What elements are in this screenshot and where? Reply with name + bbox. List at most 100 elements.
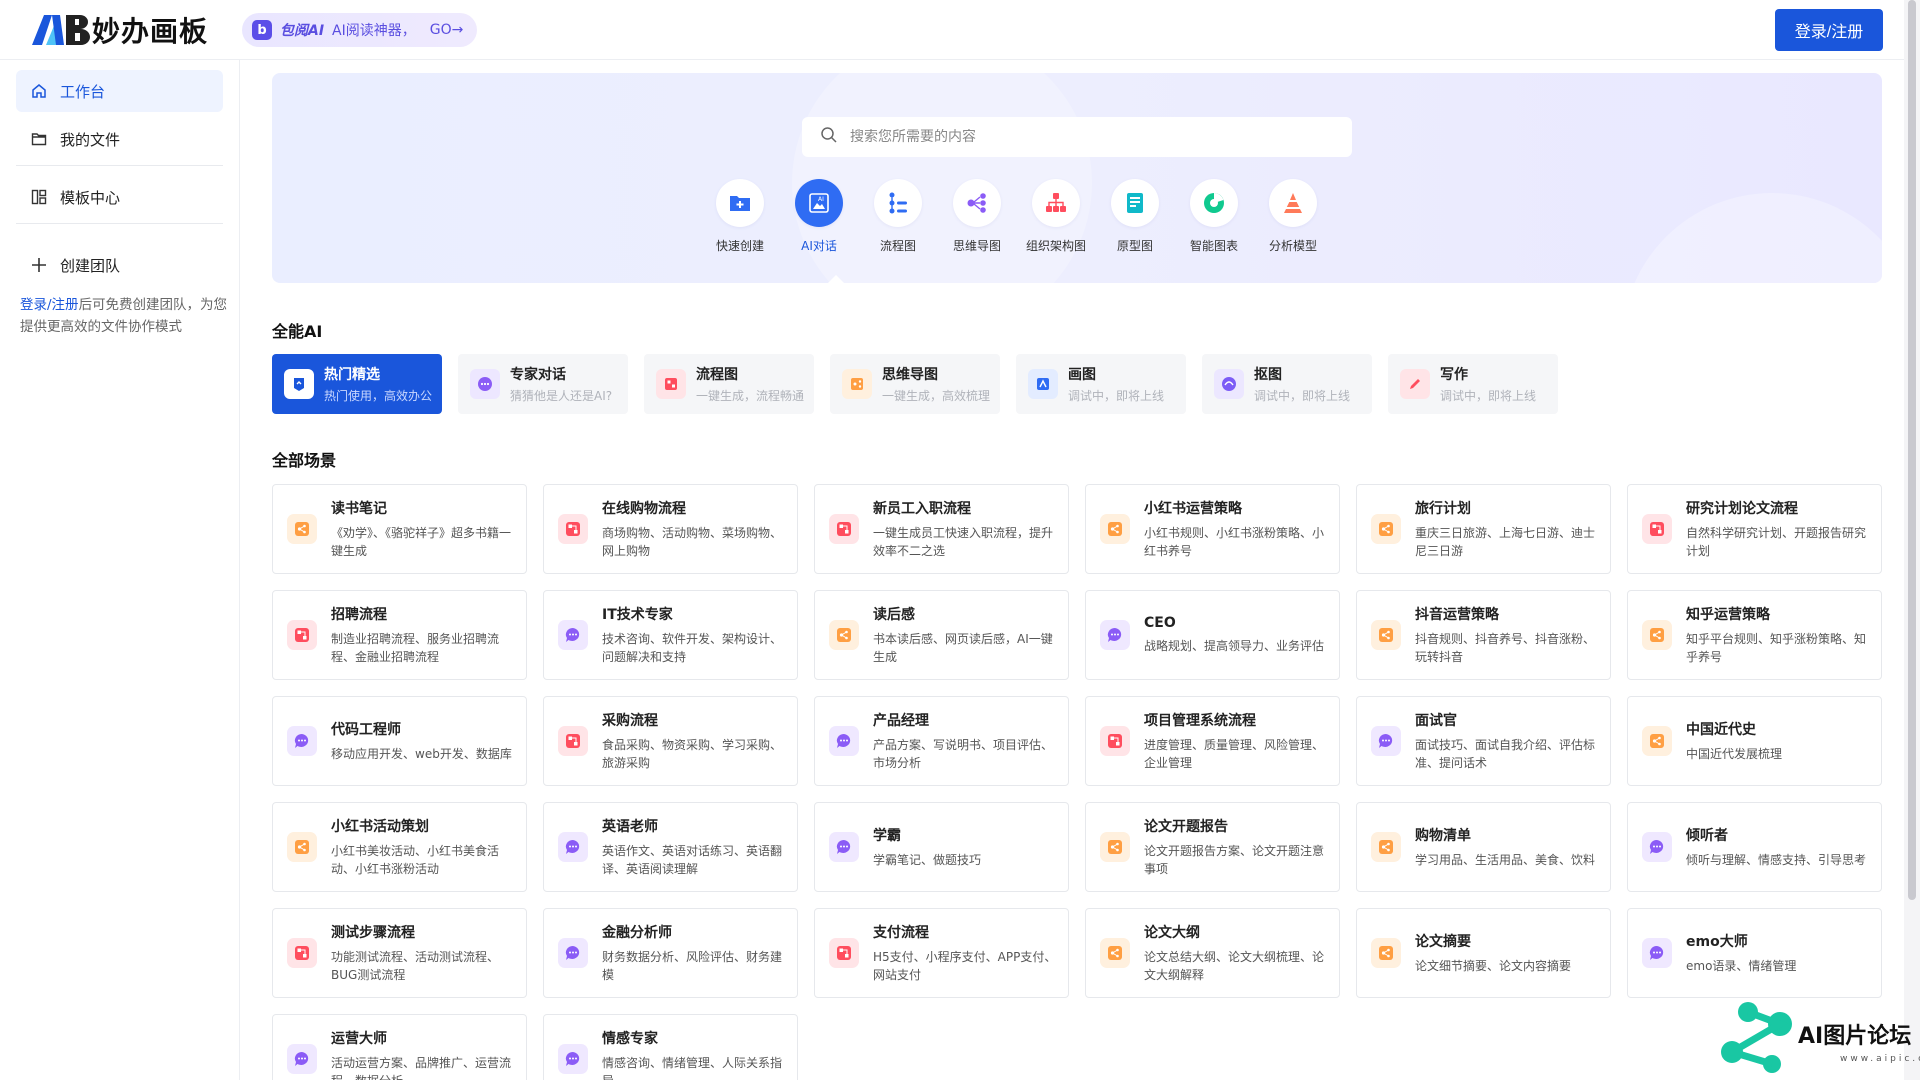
search-input[interactable] [850,129,1352,145]
scene-card[interactable]: 产品经理 产品方案、写说明书、项目评估、市场分析 [814,696,1069,786]
scene-card[interactable]: 小红书活动策划 小红书美妆活动、小红书美食活动、小红书涨粉活动 [272,802,527,892]
scene-card-desc: 面试技巧、面试自我介绍、评估标准、提问话术 [1415,738,1596,770]
chat-bubble-icon [1642,832,1672,862]
scene-card[interactable]: 运营大师活动运营方案、品牌推广、运营流程、数据分析 [272,1014,527,1080]
promo-go: GO→ [429,22,464,38]
scene-card[interactable]: 情感专家情感咨询、情绪管理、人际关系指导 [543,1014,798,1080]
scene-card[interactable]: 论文开题报告 论文开题报告方案、论文开题注意事项 [1085,802,1340,892]
scene-card-desc: 英语作文、英语对话练习、英语翻译、英语阅读理解 [602,844,783,876]
sidebar-item-my-files[interactable]: 我的文件 [16,118,223,160]
tool-prototype[interactable]: 原型图 [1095,179,1175,254]
scene-card[interactable]: 知乎运营策略 知乎平台规则、知乎涨粉策略、知乎养号 [1627,590,1882,680]
sidebar-item-create-team[interactable]: 创建团队 [16,244,223,286]
promo-banner[interactable]: b 包阅AI AI阅读神器， GO→ [242,13,478,47]
scene-card-desc: 《劝学》、《骆驼祥子》超多书籍一键生成 [331,526,512,558]
ai-tab-subtitle: 一键生成，流程畅通 [696,389,805,403]
template-icon [30,188,48,206]
mindmap-icon [1371,514,1401,544]
scene-card-desc: emo语录、情绪管理 [1686,959,1797,973]
scene-card-desc: 论文细节摘要、论文内容摘要 [1415,959,1572,973]
flowchart-icon [558,514,588,544]
scene-card[interactable]: 英语老师英语作文、英语对话练习、英语翻译、英语阅读理解 [543,802,798,892]
scene-card[interactable]: 旅行计划 重庆三日旅游、上海七日游、迪士尼三日游 [1356,484,1611,574]
tool-label: AI对话 [801,239,837,253]
watermark-logo-icon [1721,1002,1792,1073]
scene-card[interactable]: emo大师 emo语录、情绪管理 [1627,908,1882,998]
scene-card[interactable]: CEO 战略规划、提高领导力、业务评估 [1085,590,1340,680]
scene-card-title: 情感专家 [602,1031,658,1047]
scene-card[interactable]: 代码工程师 移动应用开发、web开发、数据库 [272,696,527,786]
scene-card[interactable]: 金融分析师 财务数据分析、风险评估、财务建模 [543,908,798,998]
chat-bubble-icon [829,726,859,756]
ai-tab-1[interactable]: 热门精选 热门使用，高效办公 [272,354,442,414]
scene-card[interactable]: 论文大纲 论文总结大纲、论文大纲梳理、论文大纲解释 [1085,908,1340,998]
logo[interactable]: 妙办画板 [30,12,208,48]
mindmap-icon [1371,938,1401,968]
sidebar-item-templates[interactable]: 模板中心 [16,176,223,218]
scene-card-desc: 制造业招聘流程、服务业招聘流程、金融业招聘流程 [331,632,500,664]
tool-flowchart[interactable]: 流程图 [858,179,938,254]
ai-tab-2[interactable]: 专家对话 猜猜他是人还是AI? [458,354,628,414]
scene-card[interactable]: 倾听者 倾听与理解、情感支持、引导思考 [1627,802,1882,892]
scene-card[interactable]: 测试步骤流程 功能测试流程、活动测试流程、BUG测试流程 [272,908,527,998]
scene-card[interactable]: IT技术专家 技术咨询、软件开发、架构设计、问题解决和支持 [543,590,798,680]
scene-card-title: 小红书活动策划 [331,819,429,835]
scene-card[interactable]: 研究计划论文流程 自然科学研究计划、开题报告研究计划 [1627,484,1882,574]
scene-card-title: 在线购物流程 [602,501,686,517]
tool-mindmap[interactable]: 思维导图 [937,179,1017,254]
scene-card[interactable]: 学霸 学霸笔记、做题技巧 [814,802,1069,892]
flowchart-icon [874,179,922,227]
ai-tab-7[interactable]: 写作 调试中，即将上线 [1388,354,1558,414]
scene-card[interactable]: 购物清单 学习用品、生活用品、美食、饮料 [1356,802,1611,892]
tool-quick-create[interactable]: 快速创建 [700,179,780,254]
scrollbar-thumb[interactable] [1908,0,1916,900]
tool-org-chart[interactable]: 组织架构图 [1016,179,1096,254]
sidebar-item-workbench[interactable]: 工作台 [16,70,223,112]
scene-card-desc: 知乎平台规则、知乎涨粉策略、知乎养号 [1686,632,1867,664]
tool-ai-chat[interactable]: AI AI对话 [779,179,859,254]
mindmap-icon [842,369,872,399]
ai-tab-title: 热门精选 [324,367,380,383]
scene-card-title: 代码工程师 [331,722,401,738]
scene-card[interactable]: 采购流程 食品采购、物资采购、学习采购、旅游采购 [543,696,798,786]
scene-card-title: 论文摘要 [1415,934,1471,950]
tool-analysis-model[interactable]: 分析模型 [1253,179,1333,254]
scene-card[interactable]: 在线购物流程商场购物、活动购物、菜场购物、网上购物 [543,484,798,574]
folder-plus-icon [716,179,764,227]
scene-card[interactable]: 招聘流程 制造业招聘流程、服务业招聘流程、金融业招聘流程 [272,590,527,680]
login-register-button[interactable]: 登录/注册 [1775,9,1883,51]
sidebar-note: 登录/注册后可免费创建团队，为您提供更高效的文件协作模式 [20,294,230,338]
sidebar-item-label: 创建团队 [60,256,121,275]
mindmap-icon [1371,620,1401,650]
prototype-icon [1111,179,1159,227]
scene-card[interactable]: 支付流程 H5支付、小程序支付、APP支付、网站支付 [814,908,1069,998]
scene-card-desc: H5支付、小程序支付、APP支付、网站支付 [873,950,1057,982]
scene-card-desc: 商场购物、活动购物、菜场购物、网上购物 [602,526,783,558]
scene-card[interactable]: 面试官 面试技巧、面试自我介绍、评估标准、提问话术 [1356,696,1611,786]
scene-card[interactable]: 读书笔记 《劝学》、《骆驼祥子》超多书籍一键生成 [272,484,527,574]
ai-tab-3[interactable]: 流程图 一键生成，流程畅通 [644,354,814,414]
scene-card[interactable]: 小红书运营策略 小红书规则、小红书涨粉策略、小红书养号 [1085,484,1340,574]
watermark-sub: www.aipic.cc [1840,1054,1920,1064]
ai-tab-4[interactable]: 思维导图 一键生成，高效梳理 [830,354,1000,414]
search-box[interactable] [802,117,1352,157]
mindmap-icon [829,620,859,650]
scene-card[interactable]: 抖音运营策略 抖音规则、抖音养号、抖音涨粉、玩转抖音 [1356,590,1611,680]
ai-tab-title: 写作 [1440,367,1468,383]
ai-tab-5[interactable]: 画图 调试中，即将上线 [1016,354,1186,414]
scene-card[interactable]: 新员工入职流程 一键生成员工快速入职流程，提升效率不二之选 [814,484,1069,574]
scene-card-desc: 倾听与理解、情感支持、引导思考 [1686,853,1867,867]
scene-card-title: 抖音运营策略 [1415,607,1499,623]
scene-card[interactable]: 读后感 书本读后感、网页读后感，AI一键生成 [814,590,1069,680]
ai-tab-6[interactable]: 抠图 调试中，即将上线 [1202,354,1372,414]
flowchart-icon [656,369,686,399]
scene-card-desc: 论文总结大纲、论文大纲梳理、论文大纲解释 [1144,950,1325,982]
sidebar-login-link[interactable]: 登录/注册 [20,297,79,313]
flowchart-icon [829,938,859,968]
scene-card[interactable]: 论文摘要论文细节摘要、论文内容摘要 [1356,908,1611,998]
tool-label: 智能图表 [1189,239,1238,253]
scene-card[interactable]: 中国近代史 中国近代发展梳理 [1627,696,1882,786]
scene-card-title: 英语老师 [602,819,658,835]
scene-card[interactable]: 项目管理系统流程 进度管理、质量管理、风险管理、企业管理 [1085,696,1340,786]
tool-smart-chart[interactable]: 智能图表 [1174,179,1254,254]
